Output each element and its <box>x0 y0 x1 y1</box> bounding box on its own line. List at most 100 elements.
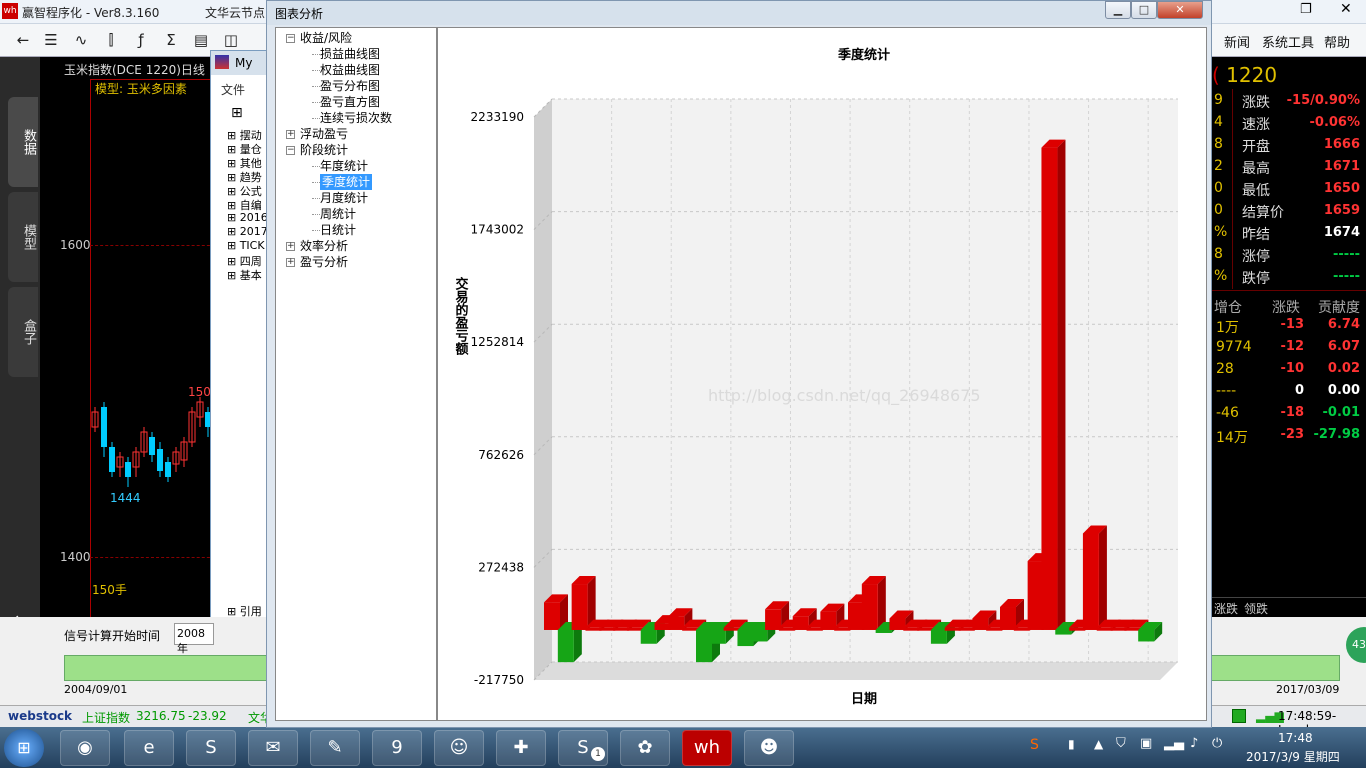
tree-line <box>312 182 320 183</box>
tray-signal-icon[interactable]: ▂▄ <box>1164 736 1184 751</box>
start-button[interactable]: ⊞ <box>4 729 44 767</box>
sigma-icon[interactable]: Σ <box>160 30 182 50</box>
wh8-icon[interactable]: wh <box>682 730 732 766</box>
menu-help[interactable]: 帮助 <box>1324 32 1350 51</box>
watermark: http://blog.csdn.net/qq_26948675 <box>708 386 981 406</box>
tree-node[interactable]: 日统计 <box>320 222 356 238</box>
y-tick-label: -217750 <box>474 673 524 687</box>
table-cell-oi: 28 <box>1216 361 1234 377</box>
close-icon[interactable]: ✕ <box>1340 1 1352 17</box>
chart-icon[interactable]: ◫ <box>220 30 242 50</box>
tray-network-icon[interactable]: ▣ <box>1140 736 1152 751</box>
tree-node[interactable]: 周统计 <box>320 206 356 222</box>
back-icon[interactable]: ← <box>12 30 34 50</box>
list-icon[interactable]: ☰ <box>40 30 62 50</box>
mail-icon[interactable]: ✉ <box>248 730 298 766</box>
minimize-button[interactable]: ▁ <box>1105 1 1131 19</box>
sogou-icon[interactable]: S <box>186 730 236 766</box>
game-icon[interactable]: 9 <box>372 730 422 766</box>
tray-volume-icon[interactable]: ♪ <box>1190 736 1198 751</box>
close-button[interactable]: ✕ <box>1157 1 1203 19</box>
quote-row-label: 速涨 <box>1242 117 1270 133</box>
table-cell-oi: 1万 <box>1216 320 1239 336</box>
restore-icon[interactable]: ❐ <box>1300 2 1312 17</box>
my-tree-item[interactable]: ⊞ 2016 <box>227 211 268 224</box>
sogou-input-icon[interactable]: S1 <box>558 730 608 766</box>
divider <box>1212 290 1366 291</box>
new-icon[interactable]: ⊞ <box>231 105 243 121</box>
tree-node[interactable]: 阶段统计 <box>300 142 348 158</box>
tab-box[interactable]: 盒子 <box>8 287 38 377</box>
index-name: 上证指数 <box>82 711 131 725</box>
browser-icon[interactable]: ✿ <box>620 730 670 766</box>
document-icon[interactable]: ▤ <box>190 30 212 50</box>
menu-system-tools[interactable]: 系统工具 <box>1262 32 1314 51</box>
quote-row-label: 最高 <box>1242 161 1270 177</box>
ie-icon[interactable]: e <box>124 730 174 766</box>
tray-up-icon[interactable]: ▲ <box>1094 737 1103 751</box>
price-chart: 玉米指数(DCE 1220)日线 模型: 玉米多因素 1600 1400 150… <box>40 57 220 617</box>
my-menu-file[interactable]: 文件 <box>221 81 245 98</box>
maximize-button[interactable]: □ <box>1131 1 1157 19</box>
quote-row-label: 跌停 <box>1242 271 1270 287</box>
my-window: My 文件 ⊞ ⊞ 摆动 ⊞ 量仓 ⊞ 其他 ⊞ 趋势 ⊞ 公式 ⊞ 自编 ⊞ 2016 ⊞ … <box>210 50 270 680</box>
gridline <box>90 557 220 558</box>
table-cell-oi: -46 <box>1216 405 1239 421</box>
expand-icon[interactable]: + <box>286 258 295 267</box>
line-chart-icon[interactable]: ∿ <box>70 30 92 50</box>
candle-icon[interactable]: ⫿ <box>100 30 122 50</box>
quote-panel: ( 1220 9 涨跌 -15/0.90% 4 速涨 -0.06% 8 开盘 1666 2 最高 16… <box>1212 57 1366 617</box>
tab-rise[interactable]: 涨跌 <box>1214 600 1238 617</box>
tree-line <box>312 86 320 87</box>
tree-node[interactable]: 年度统计 <box>320 158 368 174</box>
table-cell-contribution: 6.07 <box>1327 339 1360 354</box>
float-badge[interactable]: 43 <box>1346 627 1366 663</box>
tree-node[interactable]: 收益/风险 <box>300 30 352 46</box>
wechat-icon[interactable]: ☺ <box>434 730 484 766</box>
left-tab-bar: 数据 模型 盒子 ✎ <box>0 57 40 633</box>
clock-date[interactable]: 2017/3/9 星期四 <box>1246 748 1340 765</box>
avatar-icon[interactable]: ☻ <box>744 730 794 766</box>
menu-news[interactable]: 新闻 <box>1224 32 1250 51</box>
tab-model[interactable]: 模型 <box>8 192 38 282</box>
notes-app-icon[interactable]: ✎ <box>310 730 360 766</box>
tree-node[interactable]: 月度统计 <box>320 190 368 206</box>
tree-line <box>312 70 320 71</box>
tree-node[interactable]: 效率分析 <box>300 238 348 254</box>
my-window-title: My <box>211 51 269 75</box>
quote-row-value: -0.06% <box>1309 115 1361 130</box>
tree-line <box>312 54 320 55</box>
tree-node[interactable]: 连续亏损次数 <box>320 110 392 126</box>
clock-time[interactable]: 17:48 <box>1278 731 1313 745</box>
my-tree-item[interactable]: ⊞ 2017 <box>227 225 268 238</box>
table-cell-contribution: -27.98 <box>1313 427 1360 442</box>
my-tree-item[interactable]: ⊞ 基本 <box>227 267 262 283</box>
tree-node[interactable]: 盈亏分布图 <box>320 78 380 94</box>
app-icon-1[interactable]: ◉ <box>60 730 110 766</box>
tree-node[interactable]: 盈亏直方图 <box>320 94 380 110</box>
tree-node[interactable]: 盈亏分析 <box>300 254 348 270</box>
tray-shield-icon[interactable]: ⛉ <box>1116 736 1126 751</box>
tray-battery-icon[interactable]: ▮ <box>1068 737 1075 751</box>
add-icon[interactable]: ✚ <box>496 730 546 766</box>
tree-node[interactable]: 损益曲线图 <box>320 46 380 62</box>
signal-start-field[interactable]: 2008年 <box>174 623 214 655</box>
expand-icon[interactable]: + <box>286 242 295 251</box>
collapse-icon[interactable]: − <box>286 146 295 155</box>
my-tree-item[interactable]: ⊞ TICK <box>227 239 265 252</box>
tab-fall-leaders[interactable]: 领跌 <box>1244 600 1268 617</box>
formula-icon[interactable]: ƒ <box>130 30 152 50</box>
tray-s-icon[interactable]: S <box>1030 737 1039 753</box>
signal-icon <box>1232 709 1246 723</box>
chart-frame <box>90 79 220 617</box>
table-cell-contribution: 0.00 <box>1327 383 1360 398</box>
collapse-icon[interactable]: − <box>286 34 295 43</box>
tab-data[interactable]: 数据 <box>8 97 38 187</box>
tray-power-icon[interactable]: ⏻ <box>1212 736 1222 751</box>
quote-row-value: 1666 <box>1323 137 1360 152</box>
tree-node[interactable]: 浮动盈亏 <box>300 126 348 142</box>
tree-node[interactable]: 权益曲线图 <box>320 62 380 78</box>
tree-node[interactable]: 季度统计 <box>320 174 373 190</box>
expand-icon[interactable]: + <box>286 130 295 139</box>
quote-row-prefix: 9 <box>1214 92 1223 108</box>
